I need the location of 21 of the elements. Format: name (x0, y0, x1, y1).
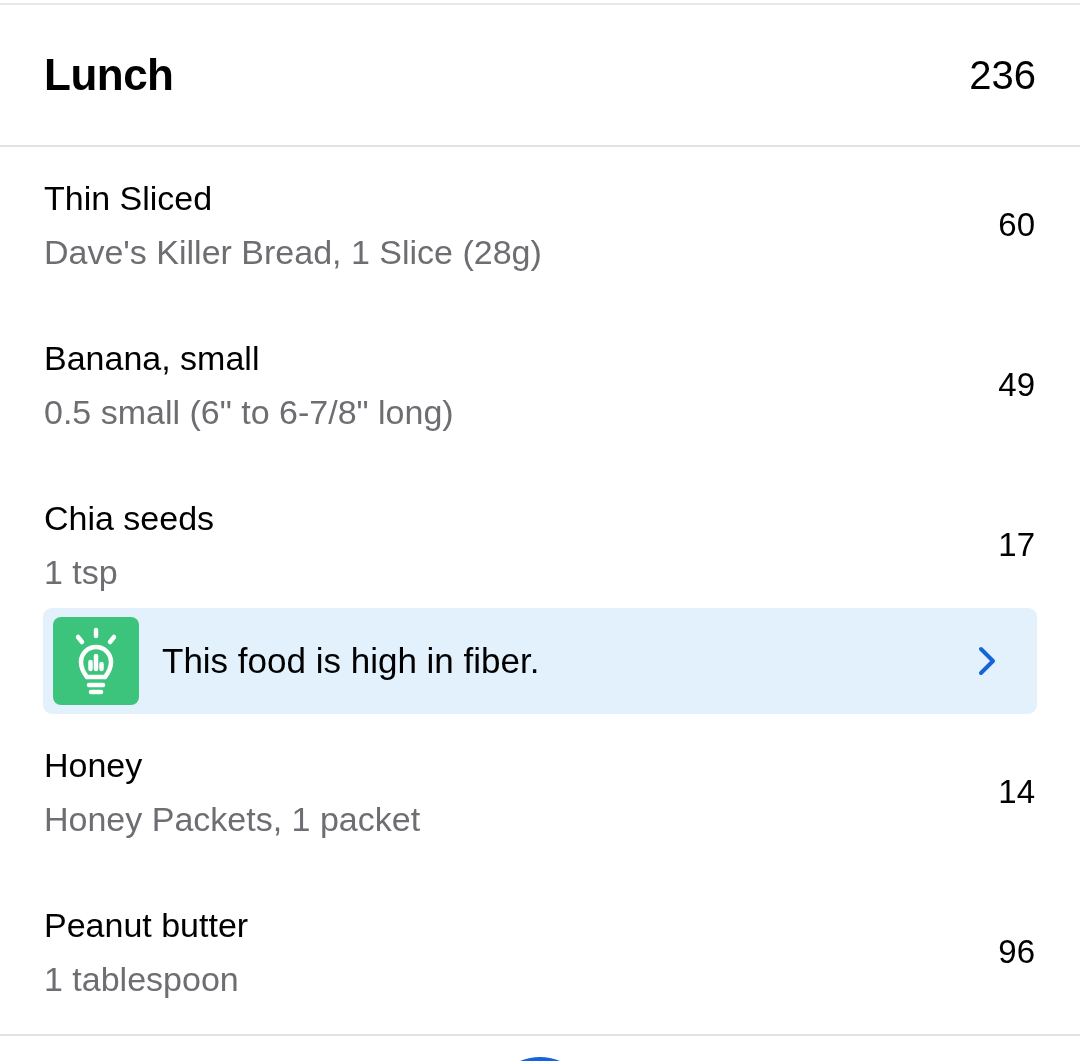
meal-calories: 236 (969, 52, 1036, 98)
food-calories: 60 (998, 206, 1035, 244)
food-calories: 96 (998, 933, 1035, 971)
food-name[interactable]: Thin Sliced (44, 171, 542, 225)
food-serving: Honey Packets, 1 packet (44, 799, 421, 840)
food-serving: Dave's Killer Bread, 1 Slice (28g) (44, 232, 542, 273)
food-calories: 49 (998, 366, 1035, 404)
chevron-right-icon (977, 645, 997, 677)
meal-title: Lunch (44, 50, 174, 100)
food-name[interactable]: Banana, small (44, 331, 454, 385)
food-serving: 1 tablespoon (44, 959, 240, 1000)
food-name[interactable]: Peanut butter (44, 898, 249, 952)
food-name[interactable]: Chia seeds (44, 491, 215, 545)
food-serving: 0.5 small (6" to 6-7/8" long) (44, 392, 454, 433)
food-serving: 1 tsp (44, 552, 119, 593)
tip-banner[interactable]: This food is high in fiber. (43, 608, 1037, 714)
food-calories: 17 (998, 526, 1035, 564)
lightbulb-icon (53, 617, 139, 705)
food-calories: 14 (998, 773, 1035, 811)
food-name[interactable]: Honey (44, 738, 421, 792)
circle-edge-icon (520, 1057, 560, 1061)
